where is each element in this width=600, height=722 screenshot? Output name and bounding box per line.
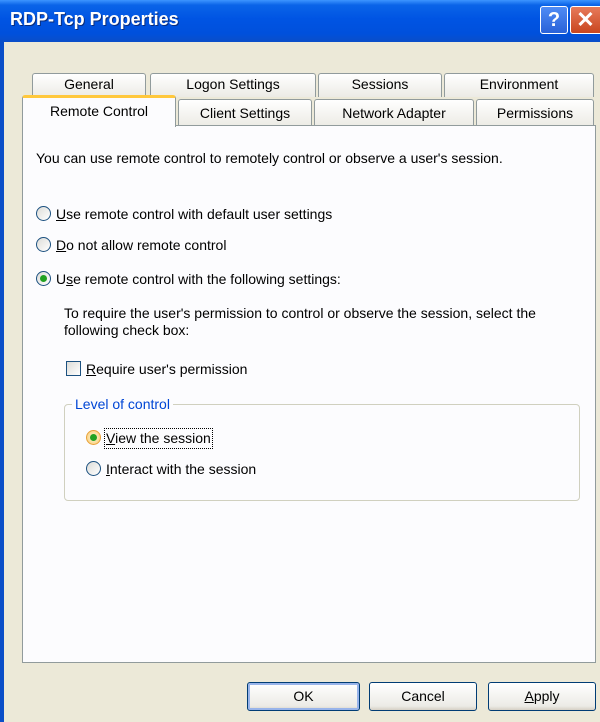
radio-circle[interactable] — [36, 206, 51, 221]
tab-environment[interactable]: Environment — [444, 73, 594, 97]
checkbox-label: Require user's permission — [86, 361, 248, 377]
radio-label: Use remote control with the following se… — [56, 271, 341, 287]
checkbox-box[interactable] — [66, 361, 81, 376]
tab-general[interactable]: General — [32, 73, 146, 97]
tab-permissions[interactable]: Permissions — [476, 99, 594, 126]
level-of-control-legend: Level of control — [72, 396, 173, 413]
radio-label: Do not allow remote control — [56, 237, 227, 253]
window-frame — [0, 42, 4, 722]
radio-label: Use remote control with default user set… — [56, 206, 333, 222]
radio-view-session[interactable]: View the session — [86, 428, 256, 449]
radio-label: View the session — [104, 428, 213, 449]
radio-no-remote-control[interactable]: Do not allow remote control — [36, 237, 296, 255]
close-button[interactable]: ✕ — [570, 6, 600, 34]
tab-logon-settings[interactable]: Logon Settings — [150, 73, 316, 97]
radio-interact-session[interactable]: Interact with the session — [86, 461, 326, 479]
ok-button[interactable]: OK — [247, 682, 360, 711]
tab-remote-control[interactable]: Remote Control — [22, 95, 176, 127]
require-permission-checkbox[interactable]: Require user's permission — [66, 361, 286, 379]
radio-circle[interactable] — [36, 237, 51, 252]
window-title: RDP-Tcp Properties — [10, 9, 179, 29]
help-button[interactable]: ? — [540, 6, 568, 34]
tab-sessions[interactable]: Sessions — [318, 73, 442, 97]
radio-circle[interactable] — [36, 271, 51, 286]
radio-label: Interact with the session — [106, 461, 257, 477]
tab-network-adapter[interactable]: Network Adapter — [314, 99, 474, 126]
close-icon: ✕ — [576, 7, 595, 32]
help-icon: ? — [547, 8, 561, 31]
intro-text: You can use remote control to remotely c… — [36, 150, 503, 166]
permission-text: To require the user's permission to cont… — [64, 305, 536, 338]
radio-circle[interactable] — [86, 461, 101, 476]
radio-circle[interactable] — [86, 430, 101, 445]
radio-following-settings[interactable]: Use remote control with the following se… — [36, 271, 376, 289]
apply-button[interactable]: Apply — [488, 682, 596, 711]
cancel-button[interactable]: Cancel — [369, 682, 477, 711]
level-of-control-group — [64, 404, 580, 501]
tab-client-settings[interactable]: Client Settings — [178, 99, 312, 126]
radio-default-user-settings[interactable]: Use remote control with default user set… — [36, 206, 396, 224]
title-bar[interactable]: RDP-Tcp Properties ? ✕ — [0, 0, 600, 42]
